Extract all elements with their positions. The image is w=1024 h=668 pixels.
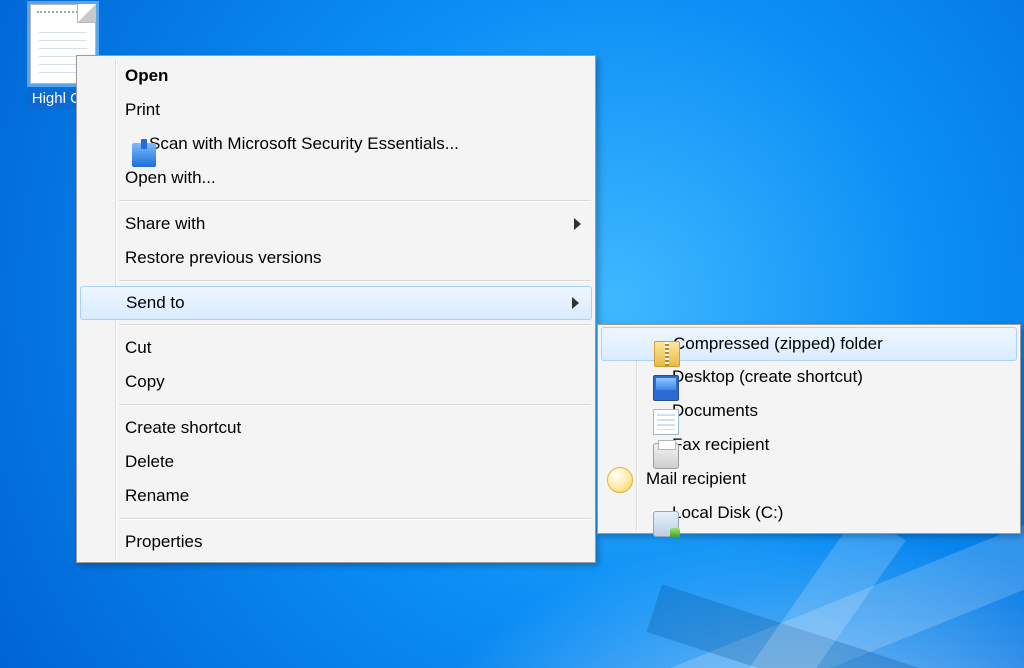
menu-item-label: Documents <box>672 401 758 421</box>
menu-item[interactable]: Scan with Microsoft Security Essentials.… <box>79 127 593 161</box>
menu-separator <box>119 200 591 202</box>
menu-item[interactable]: Desktop (create shortcut) <box>600 360 1018 394</box>
menu-item-label: Open <box>125 66 168 86</box>
menu-item-label: Print <box>125 100 160 120</box>
menu-item-label: Fax recipient <box>672 435 769 455</box>
menu-separator <box>119 280 591 282</box>
menu-item[interactable]: Create shortcut <box>79 411 593 445</box>
menu-separator <box>119 404 591 406</box>
menu-item-label: Cut <box>125 338 151 358</box>
menu-item-label: Rename <box>125 486 189 506</box>
menu-item[interactable]: Mail recipient <box>600 462 1018 496</box>
menu-item[interactable]: Properties <box>79 525 593 559</box>
menu-item[interactable]: Send to <box>80 286 592 320</box>
menu-item[interactable]: Open <box>79 59 593 93</box>
mail-icon <box>607 467 633 493</box>
menu-item-label: Scan with Microsoft Security Essentials.… <box>149 134 459 154</box>
menu-item-label: Properties <box>125 532 202 552</box>
menu-item-label: Delete <box>125 452 174 472</box>
menu-separator <box>119 324 591 326</box>
menu-item[interactable]: Local Disk (C:) <box>600 496 1018 530</box>
menu-item[interactable]: Open with... <box>79 161 593 195</box>
disk-icon <box>653 511 679 537</box>
context-menu[interactable]: Open Print Scan with Microsoft Security Es… <box>76 55 596 563</box>
desktop[interactable]: Highl Out OpenPrintScan with Microsoft S… <box>0 0 1024 668</box>
menu-item-label: Open with... <box>125 168 216 188</box>
menu-item[interactable]: Documents <box>600 394 1018 428</box>
menu-item-label: Compressed (zipped) folder <box>673 334 883 354</box>
menu-item-label: Create shortcut <box>125 418 241 438</box>
menu-item-label: Send to <box>126 293 185 313</box>
menu-item[interactable]: Share with <box>79 207 593 241</box>
menu-item-label: Restore previous versions <box>125 248 322 268</box>
menu-item-label: Local Disk (C:) <box>672 503 783 523</box>
menu-item[interactable]: Rename <box>79 479 593 513</box>
menu-item-label: Share with <box>125 214 205 234</box>
menu-item-label: Copy <box>125 372 165 392</box>
menu-item[interactable]: Delete <box>79 445 593 479</box>
menu-separator <box>119 518 591 520</box>
menu-item-label: Mail recipient <box>646 469 746 489</box>
menu-item[interactable]: Print <box>79 93 593 127</box>
menu-item[interactable]: Cut <box>79 331 593 365</box>
menu-item[interactable]: Fax recipient <box>600 428 1018 462</box>
menu-item[interactable]: Compressed (zipped) folder <box>601 327 1017 361</box>
chevron-right-icon <box>572 297 579 309</box>
menu-item[interactable]: Copy <box>79 365 593 399</box>
send-to-submenu[interactable]: Compressed (zipped) folder Desktop (creat… <box>597 324 1021 534</box>
menu-item-label: Desktop (create shortcut) <box>672 367 863 387</box>
chevron-right-icon <box>574 218 581 230</box>
menu-item[interactable]: Restore previous versions <box>79 241 593 275</box>
